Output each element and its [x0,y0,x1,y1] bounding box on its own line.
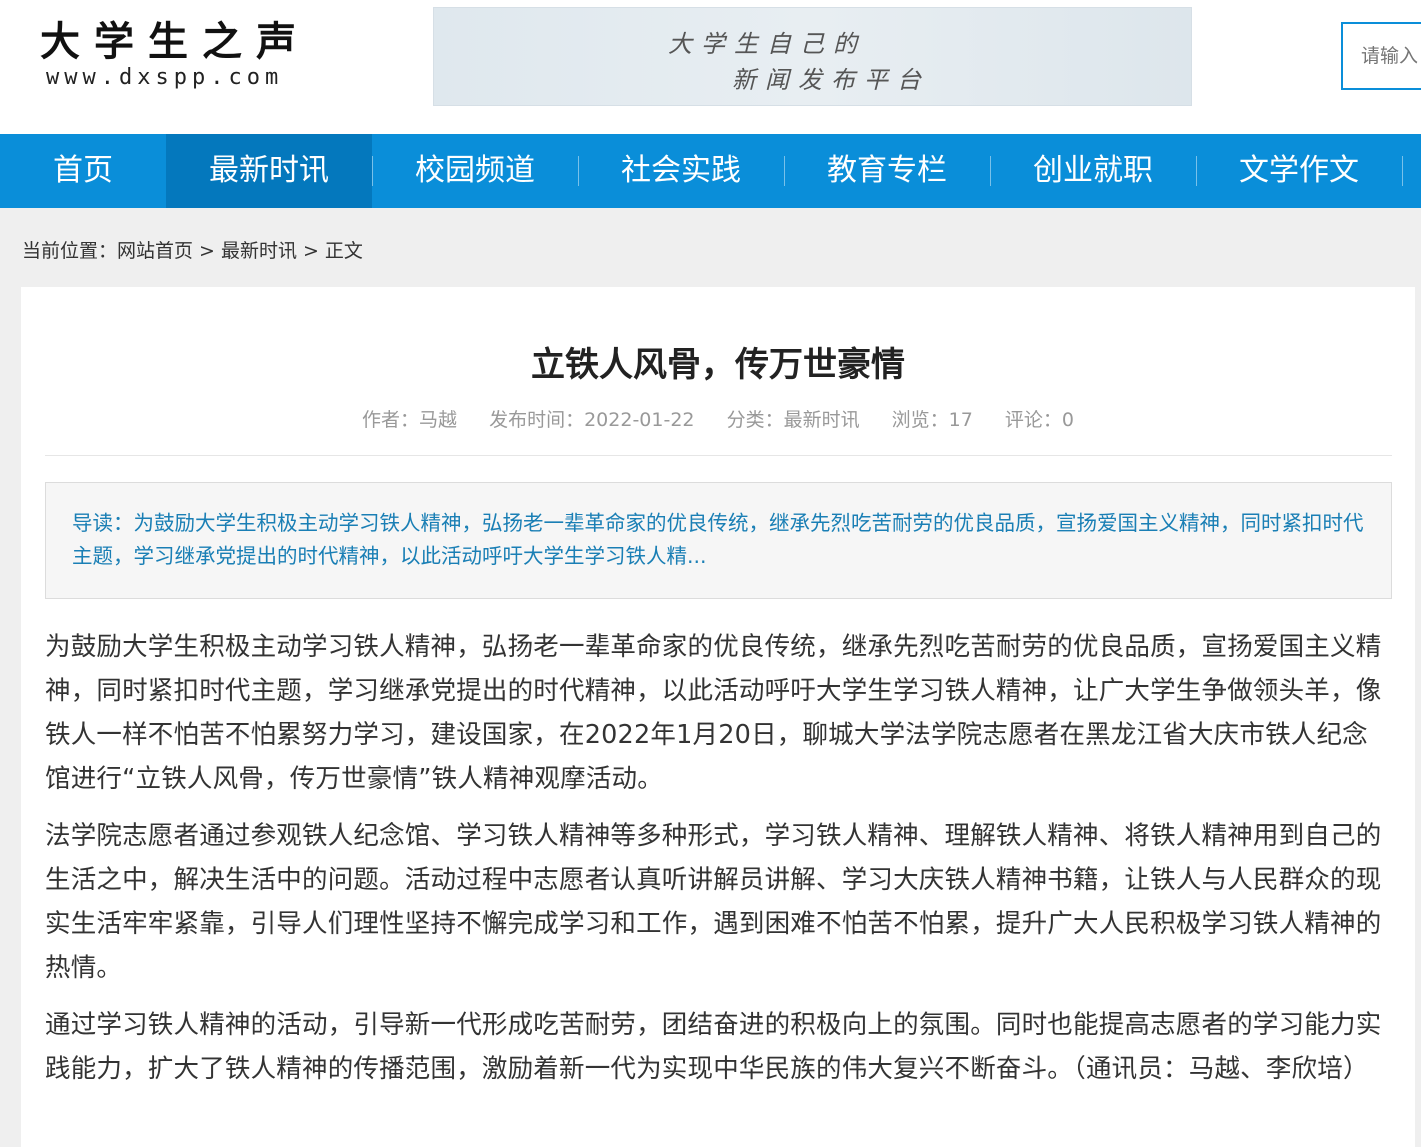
logo-url: www.dxspp.com [46,65,284,90]
nav-separator [1402,156,1403,186]
nav-item-label: 社会实践 [621,153,741,188]
article-title: 立铁人风骨，传万世豪情 [531,345,905,385]
header-banner: 大学生自己的 新闻发布平台 [433,7,1192,106]
nav-item-label: 文学作文 [1239,153,1359,188]
nav-item-label: 创业就职 [1033,153,1153,188]
nav-item-latest-news[interactable]: 最新时讯 [166,134,373,208]
title-divider [45,455,1392,456]
nav-item-career[interactable]: 创业就职 [990,134,1197,208]
article-card: 立铁人风骨，传万世豪情 作者：马越 发布时间：2022-01-22 分类：最新时… [21,287,1415,1147]
article-paragraph: 为鼓励大学生积极主动学习铁人精神，弘扬老一辈革命家的优良传统，继承先烈吃苦耐劳的… [45,632,1382,794]
article-author: 作者：马越 [362,409,458,431]
breadcrumb-home-link[interactable]: 网站首页 [117,240,193,262]
nav-item-literature[interactable]: 文学作文 [1196,134,1403,208]
nav-item-home[interactable]: 首页 [0,134,167,208]
nav-item-label: 最新时讯 [209,153,329,188]
breadcrumb: 当前位置：网站首页 > 最新时讯 > 正文 [22,236,363,263]
breadcrumb-prefix: 当前位置： [22,240,118,262]
search-input[interactable] [1341,22,1421,90]
article-paragraph: 法学院志愿者通过参观铁人纪念馆、学习铁人精神等多种形式，学习铁人精神、理解铁人精… [45,821,1382,983]
breadcrumb-separator: > [302,240,319,262]
logo-name: 大学生之声 [40,19,310,65]
breadcrumb-current: 正文 [324,240,363,262]
site-header: 大学生之声 www.dxspp.com 大学生自己的 新闻发布平台 [0,0,1421,134]
article-publish-date: 发布时间：2022-01-22 [489,409,695,431]
banner-line-2: 新闻发布平台 [732,66,930,94]
nav-item-label: 校园频道 [415,153,535,188]
article-category: 分类：最新时讯 [726,409,860,431]
site-logo[interactable]: 大学生之声 www.dxspp.com [40,20,340,92]
main-nav: 首页 最新时讯 校园频道 社会实践 教育专栏 创业就职 文学作文 [0,134,1421,208]
breadcrumb-category-link[interactable]: 最新时讯 [221,240,297,262]
article-body: 为鼓励大学生积极主动学习铁人精神，弘扬老一辈革命家的优良传统，继承先烈吃苦耐劳的… [45,625,1392,1104]
nav-item-social-practice[interactable]: 社会实践 [578,134,785,208]
article-comments: 评论：0 [1004,409,1074,431]
breadcrumb-separator: > [199,240,215,262]
banner-line-1: 大学生自己的 [668,30,866,58]
nav-item-education[interactable]: 教育专栏 [784,134,991,208]
article-paragraph: 通过学习铁人精神的活动，引导新一代形成吃苦耐劳，团结奋进的积极向上的氛围。同时也… [45,1010,1382,1084]
article-views: 浏览：17 [891,409,973,431]
nav-item-label: 首页 [53,153,113,188]
article-meta: 作者：马越 发布时间：2022-01-22 分类：最新时讯 浏览：17 评论：0 [21,405,1415,432]
article-summary: 导读：为鼓励大学生积极主动学习铁人精神，弘扬老一辈革命家的优良传统，继承先烈吃苦… [45,482,1392,599]
nav-item-label: 教育专栏 [827,153,947,188]
nav-item-campus[interactable]: 校园频道 [372,134,579,208]
